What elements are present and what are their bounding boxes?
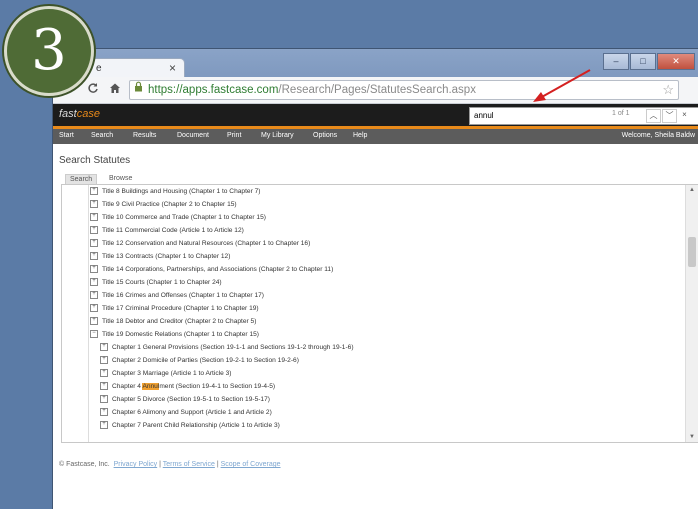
step-number-badge: 3: [4, 6, 94, 96]
annotation-arrow-icon: [533, 69, 591, 102]
